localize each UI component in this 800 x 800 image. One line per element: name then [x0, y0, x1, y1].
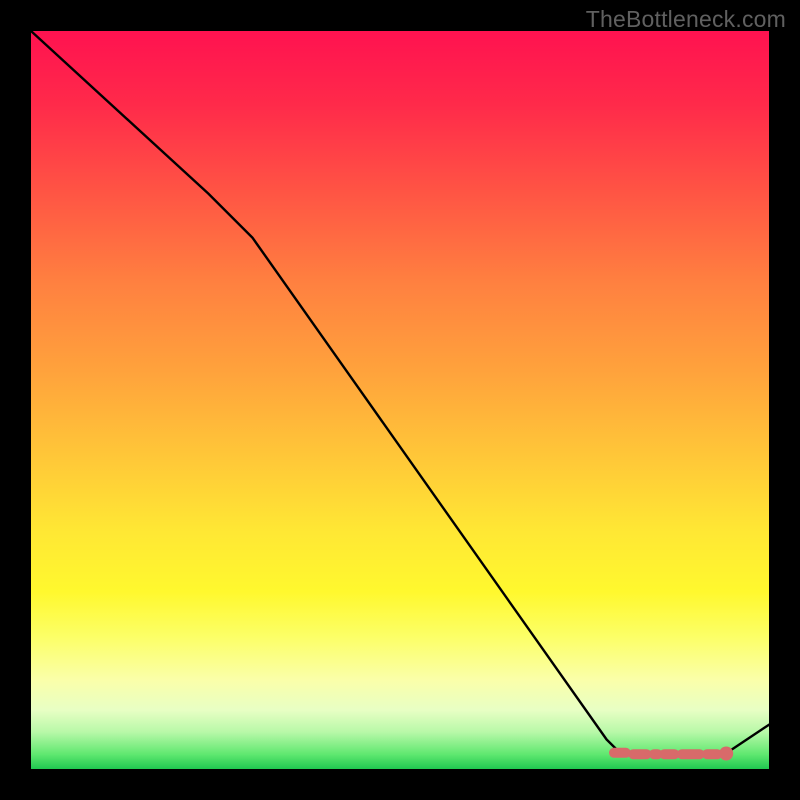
watermark-text: TheBottleneck.com — [586, 6, 786, 33]
plot-area — [31, 31, 769, 769]
chart-svg — [31, 31, 769, 769]
highlight-dashes — [614, 753, 717, 754]
highlight-dot — [719, 747, 733, 761]
main-line — [31, 31, 769, 754]
chart-frame: TheBottleneck.com — [0, 0, 800, 800]
